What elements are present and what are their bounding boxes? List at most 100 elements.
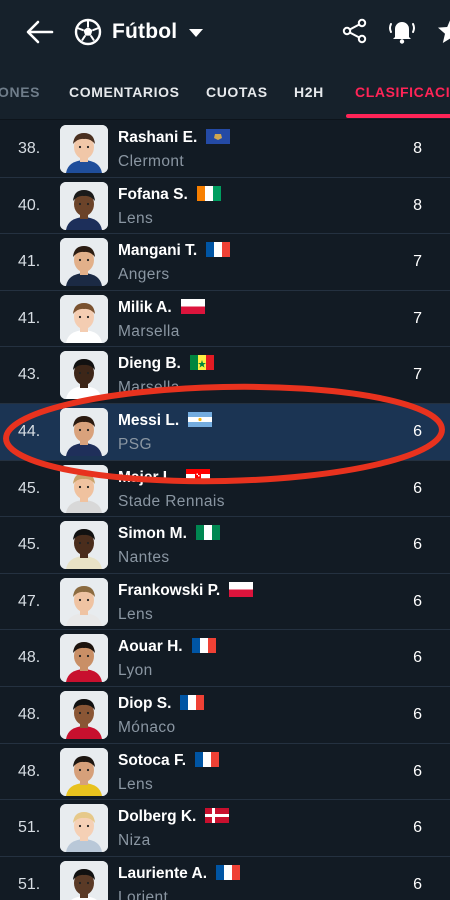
soccer-ball-icon — [74, 18, 102, 46]
denmark-flag-icon — [205, 808, 230, 824]
player-name-text: Dieng B. — [118, 355, 181, 373]
scorers-list: 38. Rashani E. Clermont 8 40. Fofana S. … — [0, 121, 450, 900]
player-name-text: Majer L. — [118, 468, 177, 486]
table-row[interactable]: 45. Majer L. Stade Rennais 6 — [0, 460, 450, 518]
goals: 8 — [413, 140, 422, 157]
rank: 51. — [18, 875, 41, 893]
sport-label: Fútbol — [112, 20, 178, 43]
player-name-text: Sotoca F. — [118, 751, 187, 769]
rank: 41. — [18, 309, 41, 327]
avatar — [60, 294, 108, 343]
player-name[interactable]: Frankowski P. — [118, 581, 254, 600]
france-flag-icon — [216, 864, 240, 880]
table-row[interactable]: 41. Milik A. Marsella 7 — [0, 290, 450, 348]
player-name[interactable]: Messi L. — [118, 411, 213, 430]
player-name-text: Mangani T. — [118, 242, 198, 260]
table-row[interactable]: 48. Diop S. Mónaco 6 — [0, 686, 450, 744]
club-name: Lens — [118, 775, 154, 793]
player-name[interactable]: Fofana S. — [118, 185, 221, 204]
player-name[interactable]: Milik A. — [118, 298, 205, 317]
player-name-text: Messi L. — [118, 411, 180, 429]
player-name[interactable]: Simon M. — [118, 525, 220, 543]
rank: 45. — [18, 479, 41, 497]
rank: 44. — [18, 422, 41, 440]
player-name-text: Aouar H. — [118, 638, 183, 656]
player-name[interactable]: Sotoca F. — [118, 751, 220, 770]
table-row[interactable]: 43. Dieng B. Marsella 7 — [0, 347, 450, 404]
player-name-text: Lauriente A. — [118, 864, 207, 882]
avatar — [60, 464, 108, 513]
club-name: Lorient — [118, 888, 169, 900]
share-icon[interactable] — [340, 16, 370, 46]
club-name: Lens — [118, 209, 154, 227]
sport-selector[interactable]: Fútbol — [74, 16, 204, 48]
player-name-text: Dolberg K. — [118, 808, 197, 826]
bell-alert-icon[interactable] — [387, 16, 417, 46]
club-name: Stade Rennais — [118, 492, 225, 510]
player-name-text: Frankowski P. — [118, 581, 221, 599]
club-name: Niza — [118, 832, 151, 850]
kosovo-flag-icon — [206, 129, 231, 144]
goals: 6 — [413, 875, 422, 893]
player-name[interactable]: Dieng B. — [118, 355, 214, 373]
avatar — [60, 804, 108, 853]
rank: 40. — [18, 196, 41, 214]
player-name[interactable]: Majer L. — [118, 468, 210, 487]
club-name: Marsella — [118, 322, 180, 340]
goals: 6 — [413, 536, 422, 554]
croatia-flag-icon — [185, 468, 210, 484]
france-flag-icon — [191, 638, 216, 654]
player-name[interactable]: Rashani E. — [118, 129, 231, 147]
star-icon[interactable] — [436, 16, 450, 46]
player-name[interactable]: Aouar H. — [118, 638, 216, 656]
table-row[interactable]: 48. Sotoca F. Lens 6 — [0, 743, 450, 801]
rank: 47. — [18, 592, 41, 610]
player-name[interactable]: Lauriente A. — [118, 864, 240, 883]
france-flag-icon — [180, 694, 205, 710]
table-row[interactable]: 38. Rashani E. Clermont 8 — [0, 121, 450, 178]
table-row[interactable]: 40. Fofana S. Lens 8 — [0, 177, 450, 235]
avatar — [60, 125, 108, 173]
poland-flag-icon — [180, 298, 205, 314]
arrow-left-icon[interactable] — [22, 14, 58, 50]
rank: 48. — [18, 649, 41, 667]
player-name[interactable]: Diop S. — [118, 694, 205, 713]
goals: 7 — [413, 253, 422, 271]
club-name: PSG — [118, 435, 152, 453]
tab-alineaciones[interactable]: ONES — [0, 84, 40, 100]
goals: 6 — [413, 762, 422, 780]
table-row[interactable]: 51. Lauriente A. Lorient 6 — [0, 856, 450, 900]
rank: 45. — [18, 536, 41, 554]
chevron-down-icon — [189, 29, 204, 37]
player-name[interactable]: Dolberg K. — [118, 808, 230, 826]
avatar — [60, 181, 108, 230]
avatar — [60, 407, 108, 456]
table-row[interactable]: 47. Frankowski P. Lens 6 — [0, 573, 450, 631]
player-name[interactable]: Mangani T. — [118, 242, 231, 260]
table-row[interactable]: 45. Simon M. Nantes 6 — [0, 517, 450, 574]
rank: 38. — [18, 140, 41, 157]
tab-cuotas[interactable]: CUOTAS — [206, 84, 268, 100]
player-name-text: Diop S. — [118, 694, 172, 712]
tab-bar: ONES COMENTARIOS CUOTAS H2H CLASIFICACIO — [0, 64, 450, 120]
rank: 48. — [18, 762, 41, 780]
club-name: Marsella — [118, 379, 180, 397]
tab-comentarios[interactable]: COMENTARIOS — [69, 84, 180, 100]
player-name-text: Milik A. — [118, 298, 172, 316]
table-row[interactable]: 41. Mangani T. Angers 7 — [0, 234, 450, 291]
avatar — [60, 238, 108, 287]
goals: 6 — [413, 819, 422, 837]
avatar — [60, 521, 108, 570]
tab-h2h[interactable]: H2H — [294, 84, 324, 100]
club-name: Lyon — [118, 662, 153, 680]
tab-clasificacion[interactable]: CLASIFICACIO — [355, 84, 450, 100]
table-row[interactable]: 48. Aouar H. Lyon 6 — [0, 630, 450, 687]
poland-flag-icon — [229, 581, 254, 597]
player-name-text: Fofana S. — [118, 185, 188, 203]
club-name: Angers — [118, 266, 170, 284]
table-row[interactable]: 51. Dolberg K. Niza 6 — [0, 800, 450, 857]
table-row-highlighted[interactable]: 44. Messi L. PSG 6 — [0, 403, 450, 461]
avatar — [60, 690, 108, 739]
goals: 6 — [413, 592, 422, 610]
active-tab-indicator — [346, 114, 450, 118]
